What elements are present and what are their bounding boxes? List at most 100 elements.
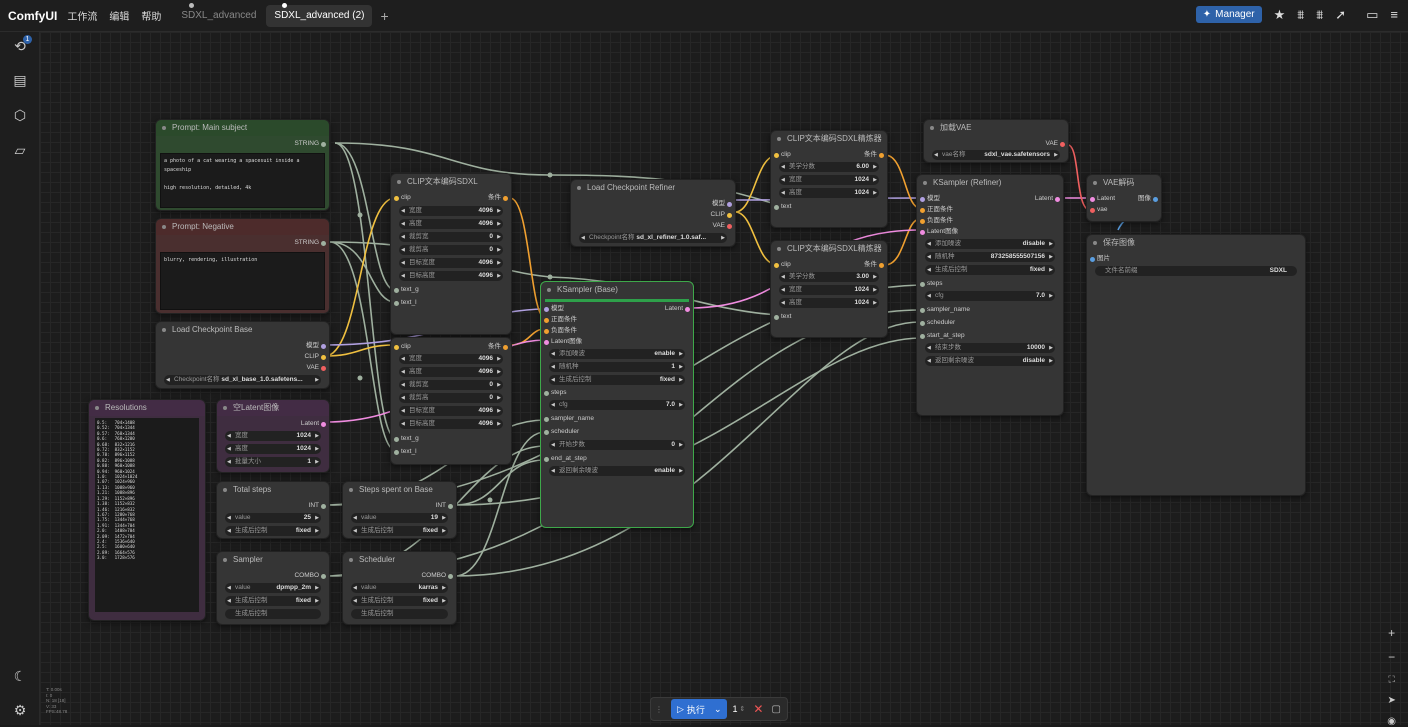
crop-h-widget[interactable]: 裁剪高 0: [399, 393, 503, 403]
input-slot-end-step[interactable]: end_at_step: [541, 454, 693, 464]
queue-count-input[interactable]: 1: [732, 704, 737, 714]
input-slot-start-step[interactable]: start_at_step: [917, 331, 1063, 341]
target-width-widget[interactable]: 目标宽度 4096: [399, 258, 503, 268]
aesthetic-widget[interactable]: 美学分数 6.00: [779, 162, 879, 172]
theme-moon-icon[interactable]: ☾: [0, 668, 40, 685]
drag-handle-icon[interactable]: ⋮: [655, 705, 663, 714]
empty-latent-node[interactable]: 空Latent图像 Latent 宽度 1024 高度 1024 批量大小 1: [216, 399, 330, 473]
output-slot-vae[interactable]: VAE: [156, 363, 329, 373]
control-widget[interactable]: 生成后控制 fixed: [225, 526, 321, 536]
output-slot-model[interactable]: 模型: [156, 341, 329, 351]
input-slot-text-g[interactable]: text_g: [391, 434, 511, 444]
value-widget[interactable]: value karras: [351, 583, 448, 593]
input-slot-images[interactable]: 图片: [1087, 254, 1305, 264]
panel-icon[interactable]: ▭: [1366, 7, 1378, 23]
width-widget[interactable]: 宽度 1024: [225, 431, 321, 441]
ksampler-refiner-node[interactable]: KSampler (Refiner) 模型 Latent 正面条件 负面条件 L…: [916, 174, 1064, 416]
output-slot-clip[interactable]: CLIP: [156, 352, 329, 362]
stepper-icon[interactable]: ⇕: [740, 705, 746, 713]
resolutions-node[interactable]: Resolutions 0.5: 704×1408 0.52: 704×1344…: [88, 399, 206, 621]
batch-size-widget[interactable]: 批量大小 1: [225, 457, 321, 467]
crop-h-widget[interactable]: 裁剪高 0: [399, 245, 503, 255]
input-slot-text-l[interactable]: text_l: [391, 447, 511, 457]
width-widget[interactable]: 宽度 4096: [399, 354, 503, 364]
workflows-folder-icon[interactable]: ▱: [0, 142, 40, 159]
input-slot-scheduler[interactable]: scheduler: [541, 427, 693, 437]
output-slot[interactable]: 条件: [771, 150, 887, 160]
crop-w-widget[interactable]: 裁剪宽 0: [399, 232, 503, 242]
prompt-negative-node[interactable]: Prompt: Negative STRING blurry, renderin…: [155, 218, 330, 314]
control-widget[interactable]: 生成后控制 fixed: [351, 596, 448, 606]
height-widget[interactable]: 高度 1024: [779, 298, 879, 308]
clip-refiner-positive-node[interactable]: CLIP文本编码SDXL精炼器 clip 条件 美学分数6.00 宽度1024 …: [770, 130, 888, 228]
control-widget[interactable]: 生成后控制 fixed: [351, 526, 448, 536]
return-noise-widget[interactable]: 返回剩余噪波 disable: [925, 356, 1055, 366]
output-slot[interactable]: STRING: [156, 139, 329, 149]
bookshelf-icon[interactable]: ⩩: [1297, 7, 1304, 23]
menu-help[interactable]: 帮助: [141, 8, 161, 23]
width-widget[interactable]: 宽度 1024: [779, 175, 879, 185]
input-slot-scheduler[interactable]: scheduler: [917, 318, 1063, 328]
input-slot-sampler[interactable]: sampler_name: [917, 305, 1063, 315]
input-slot-vae[interactable]: vae: [1087, 205, 1161, 215]
control-button[interactable]: 生成后控制: [225, 609, 321, 619]
vae-name-widget[interactable]: vae名称 sdxl_vae.safetensors: [932, 150, 1060, 160]
output-slot[interactable]: 图像: [1087, 194, 1161, 204]
input-slot-latent[interactable]: Latent图像: [917, 227, 1063, 237]
resolutions-list[interactable]: 0.5: 704×1408 0.52: 704×1344 0.57: 768×1…: [95, 418, 199, 612]
cancel-x-icon[interactable]: ✕: [753, 702, 763, 716]
visibility-eye-icon[interactable]: ◉: [1387, 716, 1396, 727]
menu-workflow[interactable]: 工作流: [67, 8, 97, 23]
prompt-textarea[interactable]: a photo of a cat wearing a spacesuit ins…: [160, 153, 325, 208]
clip-text-encode-sdxl-node[interactable]: CLIP文本编码SDXL clip 条件 宽度4096 高度4096 裁剪宽0 …: [390, 173, 512, 335]
input-slot-latent[interactable]: Latent图像: [541, 337, 693, 347]
control-widget[interactable]: 生成后控制 fixed: [225, 596, 321, 606]
output-slot[interactable]: Latent: [217, 419, 329, 429]
cfg-widget[interactable]: cfg 7.0: [925, 291, 1055, 301]
output-slot-model[interactable]: 模型: [571, 199, 735, 209]
output-slot[interactable]: 条件: [391, 193, 511, 203]
chevron-down-icon[interactable]: ⌄: [714, 704, 722, 715]
value-widget[interactable]: value 19: [351, 513, 448, 523]
output-slot-vae[interactable]: VAE: [571, 221, 735, 231]
stop-square-icon[interactable]: ▢: [771, 704, 780, 715]
output-slot[interactable]: INT: [343, 501, 456, 511]
star-icon[interactable]: ★: [1274, 7, 1286, 23]
ckpt-name-widget[interactable]: Checkpoint名称 sd_xl_refiner_1.0.saf...: [579, 233, 727, 243]
control-widget[interactable]: 生成后控制 fixed: [549, 375, 685, 385]
workflow-tab-active[interactable]: SDXL_advanced (2): [266, 2, 373, 27]
model-library-icon[interactable]: ⬡: [0, 107, 40, 124]
height-widget[interactable]: 高度 4096: [399, 219, 503, 229]
height-widget[interactable]: 高度 1024: [225, 444, 321, 454]
load-checkpoint-refiner-node[interactable]: Load Checkpoint Refiner 模型 CLIP VAE Chec…: [570, 179, 736, 247]
cfg-widget[interactable]: cfg 7.0: [549, 400, 685, 410]
height-widget[interactable]: 高度 1024: [779, 188, 879, 198]
output-slot[interactable]: 条件: [771, 260, 887, 270]
width-widget[interactable]: 宽度 4096: [399, 206, 503, 216]
fit-view-icon[interactable]: ⛶: [1387, 674, 1396, 685]
input-slot-steps[interactable]: steps: [917, 279, 1063, 289]
input-slot-negative[interactable]: 负面条件: [917, 216, 1063, 226]
output-slot[interactable]: COMBO: [217, 571, 329, 581]
width-widget[interactable]: 宽度 1024: [779, 285, 879, 295]
input-slot-steps[interactable]: steps: [541, 388, 693, 398]
arrow-icon[interactable]: ➚: [1335, 7, 1346, 23]
queue-history-icon[interactable]: ⟲ 1: [0, 35, 40, 55]
add-noise-widget[interactable]: 添加噪波 enable: [549, 349, 685, 359]
target-height-widget[interactable]: 目标高度 4096: [399, 271, 503, 281]
crop-w-widget[interactable]: 裁剪宽 0: [399, 380, 503, 390]
input-slot-sampler[interactable]: sampler_name: [541, 414, 693, 424]
aesthetic-widget[interactable]: 美学分数 3.00: [779, 272, 879, 282]
clip-refiner-negative-node[interactable]: CLIP文本编码SDXL精炼器 clip 条件 美学分数3.00 宽度1024 …: [770, 240, 888, 338]
input-slot-text-g[interactable]: text_g: [391, 285, 511, 295]
new-tab-plus-icon[interactable]: +: [380, 8, 388, 24]
prompt-textarea[interactable]: blurry, rendering, illustration: [160, 252, 325, 310]
ckpt-name-widget[interactable]: Checkpoint名称 sd_xl_base_1.0.safetens...: [164, 375, 321, 385]
settings-gear-icon[interactable]: ⚙: [0, 702, 40, 719]
input-slot-positive[interactable]: 正面条件: [917, 205, 1063, 215]
height-widget[interactable]: 高度 4096: [399, 367, 503, 377]
seed-widget[interactable]: 随机种 873258555507156: [925, 252, 1055, 262]
input-slot-negative[interactable]: 负面条件: [541, 326, 693, 336]
sampler-node[interactable]: Sampler COMBO value dpmpp_2m 生成后控制 fixed 生…: [216, 551, 330, 625]
vae-decode-node[interactable]: VAE解码 Latent 图像 vae: [1086, 174, 1162, 222]
